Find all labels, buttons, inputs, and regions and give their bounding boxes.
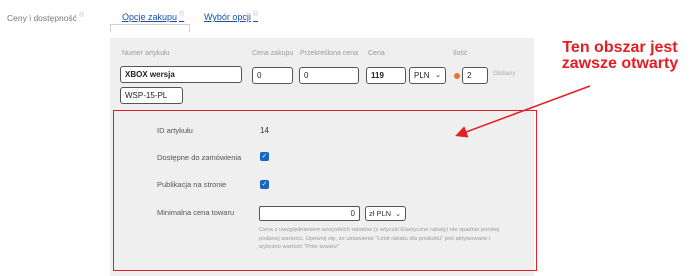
annotation-arrow-icon	[455, 85, 591, 138]
